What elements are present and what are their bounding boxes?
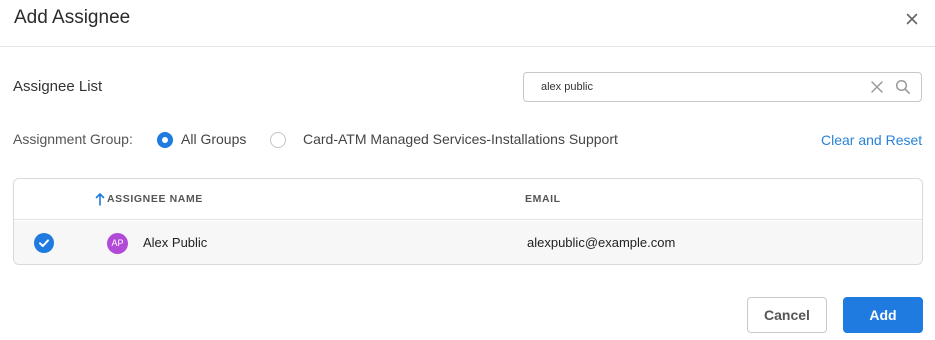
avatar: AP — [107, 233, 128, 254]
assignee-name-cell: Alex Public — [143, 235, 208, 250]
sort-ascending-icon[interactable] — [94, 192, 106, 206]
dialog-header: Add Assignee — [0, 0, 935, 47]
close-icon[interactable] — [902, 9, 922, 29]
table-header: ASSIGNEE NAME EMAIL — [14, 179, 922, 220]
assignment-group-label: Assignment Group: — [13, 131, 133, 147]
row-select-checkbox[interactable] — [34, 233, 54, 253]
search-box — [523, 72, 922, 102]
checkmark-icon — [39, 239, 49, 247]
dialog-title: Add Assignee — [14, 7, 131, 28]
email-cell: alexpublic@example.com — [527, 235, 676, 250]
radio-card-atm-group[interactable] — [270, 132, 286, 148]
clear-and-reset-link[interactable]: Clear and Reset — [821, 132, 922, 148]
search-icon[interactable] — [895, 79, 911, 95]
clear-icon[interactable] — [870, 80, 884, 94]
assignee-list-title: Assignee List — [13, 78, 103, 95]
cancel-button[interactable]: Cancel — [747, 297, 827, 333]
radio-label-all-groups[interactable]: All Groups — [181, 131, 246, 147]
add-button[interactable]: Add — [843, 297, 923, 333]
radio-label-card-atm-group[interactable]: Card-ATM Managed Services-Installations … — [303, 131, 618, 147]
assignee-table: ASSIGNEE NAME EMAIL AP Alex Public alexp… — [13, 178, 923, 265]
column-header-email[interactable]: EMAIL — [525, 193, 561, 205]
column-header-assignee-name[interactable]: ASSIGNEE NAME — [107, 193, 203, 205]
search-input[interactable] — [530, 73, 860, 101]
table-row[interactable]: AP Alex Public alexpublic@example.com — [14, 221, 922, 264]
radio-all-groups[interactable] — [157, 132, 173, 148]
